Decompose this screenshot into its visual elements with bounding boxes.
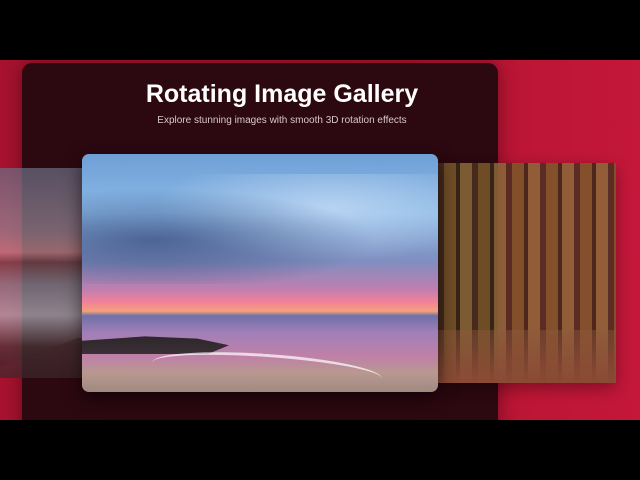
rocks: [82, 336, 229, 354]
page-subtitle: Explore stunning images with smooth 3D r…: [157, 115, 407, 126]
gallery-image-left[interactable]: [0, 168, 82, 378]
mountain-shape: [0, 338, 82, 378]
gallery-image-center[interactable]: [82, 154, 438, 392]
forest-floor: [438, 330, 616, 383]
page-title: Rotating Image Gallery: [145, 80, 419, 108]
stage: Rotating Image Gallery Explore stunning …: [0, 60, 640, 420]
wave: [151, 346, 383, 392]
clouds: [82, 174, 438, 284]
